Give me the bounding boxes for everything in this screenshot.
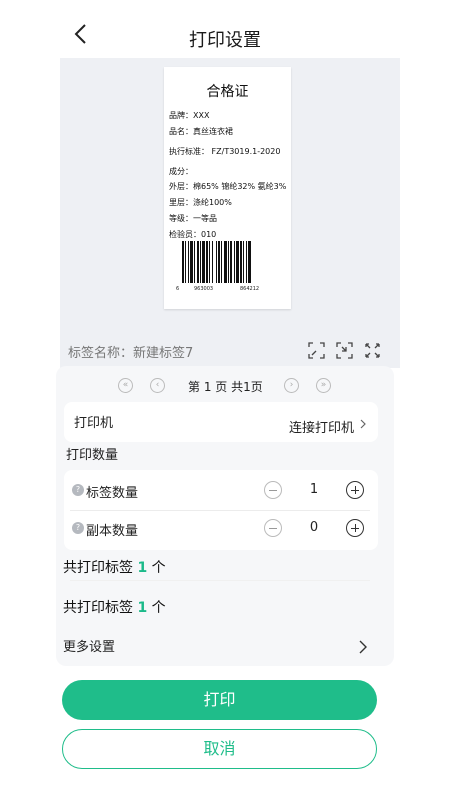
more-settings-row[interactable]: 更多设置 — [63, 636, 115, 655]
total-prefix: 共打印标签 — [63, 560, 133, 576]
header: 打印设置 — [0, 0, 450, 62]
label-preview-area: 合格证 品牌：XXX 品名：真丝连衣裙 执行标准： FZ/T3019.1-202… — [60, 58, 400, 368]
connect-printer-link[interactable]: 连接打印机 — [289, 417, 354, 436]
label-count-minus-button[interactable] — [264, 481, 282, 499]
next-page-button[interactable]: › — [284, 378, 299, 393]
barcode-image — [182, 241, 251, 283]
expand-icon[interactable] — [308, 342, 325, 359]
total-suffix: 个 — [151, 560, 166, 576]
divider — [70, 580, 370, 581]
label-row-standard: 执行标准： FZ/T3019.1-2020 — [169, 147, 281, 156]
copy-count-minus-button[interactable] — [264, 519, 282, 537]
copy-count-value[interactable]: 0 — [294, 520, 334, 535]
page-title: 打印设置 — [189, 30, 261, 51]
label-row-composition: 成分： — [169, 167, 193, 176]
page-indicator: 第 1 页 共1页 — [188, 380, 263, 394]
label-row-grade: 等级：一等品 — [169, 214, 217, 223]
label-name: 标签名称：新建标签7 — [68, 346, 194, 361]
barcode-digit-prefix: 6 — [176, 286, 180, 292]
page-navigator: « ‹ 第 1 页 共1页 › » — [56, 376, 394, 396]
barcode-digits-left: 963003 — [194, 286, 214, 292]
chevron-right-icon — [360, 419, 366, 429]
label-row-outer: 外层：棉65% 锦纶32% 氨纶3% — [169, 182, 287, 191]
label-count-row: ? 标签数量 1 — [64, 472, 376, 510]
chevron-right-icon[interactable] — [357, 640, 369, 654]
total-count: 1 — [137, 600, 148, 616]
copy-count-plus-button[interactable] — [346, 519, 364, 537]
label-row-inspector: 检验员：010 — [169, 230, 217, 239]
total-suffix: 个 — [151, 600, 166, 616]
label-count-label: 标签数量 — [86, 486, 139, 501]
label-count-value[interactable]: 1 — [294, 482, 334, 497]
print-button[interactable]: 打印 — [62, 680, 377, 720]
printer-row[interactable]: 打印机 连接打印机 — [64, 402, 378, 442]
shrink-icon[interactable] — [336, 342, 353, 359]
cancel-button[interactable]: 取消 — [62, 729, 377, 769]
total-print-summary: 共打印标签 1 个 — [63, 597, 166, 617]
label-preview-card: 合格证 品牌：XXX 品名：真丝连衣裙 执行标准： FZ/T3019.1-202… — [164, 67, 291, 309]
quantity-section-title: 打印数量 — [66, 448, 119, 463]
first-page-button[interactable]: « — [118, 378, 133, 393]
preview-toolbar: 标签名称：新建标签7 — [60, 340, 400, 362]
barcode-digits-right: 864212 — [240, 286, 260, 292]
label-row-brand: 品牌：XXX — [169, 111, 210, 120]
label-count-plus-button[interactable] — [346, 481, 364, 499]
help-icon[interactable]: ? — [72, 522, 84, 534]
label-row-inner: 里层：涤纶100% — [169, 198, 232, 207]
last-page-button[interactable]: » — [316, 378, 331, 393]
copy-count-label: 副本数量 — [86, 524, 139, 539]
fullscreen-icon[interactable] — [364, 342, 381, 359]
copy-count-row: ? 副本数量 0 — [64, 510, 376, 548]
label-title: 合格证 — [206, 84, 249, 100]
label-row-product: 品名：真丝连衣裙 — [169, 127, 233, 136]
total-count: 1 — [137, 560, 148, 576]
printer-label: 打印机 — [74, 416, 114, 431]
prev-page-button[interactable]: ‹ — [150, 378, 165, 393]
total-print-summary: 共打印标签 1 个 — [63, 557, 166, 577]
help-icon[interactable]: ? — [72, 484, 84, 496]
total-prefix: 共打印标签 — [63, 600, 133, 616]
